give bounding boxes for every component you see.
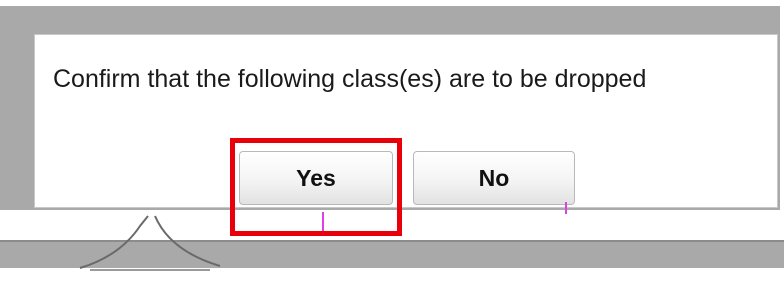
dialog-message: Confirm that the following class(es) are…	[53, 65, 647, 93]
pink-artifact-mark	[322, 212, 324, 234]
pink-artifact-mark	[565, 202, 567, 214]
no-button[interactable]: No	[413, 151, 575, 205]
crop-artifact-graphic	[79, 215, 221, 271]
yes-button[interactable]: Yes	[239, 151, 393, 205]
confirm-drop-dialog: Confirm that the following class(es) are…	[34, 34, 778, 208]
